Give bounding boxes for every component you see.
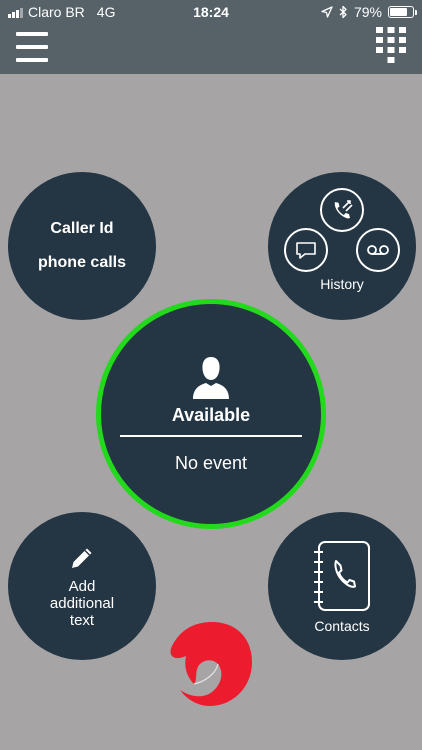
caller-id-subtitle: phone calls bbox=[37, 254, 127, 271]
brand-logo bbox=[170, 622, 252, 706]
status-left: Claro BR 4G bbox=[8, 4, 115, 20]
user-silhouette-icon bbox=[193, 356, 229, 399]
app-header: Claro BR 4G 18:24 79% bbox=[0, 0, 422, 74]
battery-percent: 79% bbox=[353, 4, 382, 20]
battery-fill bbox=[390, 8, 408, 16]
history-icons bbox=[284, 188, 400, 272]
location-arrow-icon bbox=[321, 6, 333, 18]
contacts-label: Contacts bbox=[314, 618, 370, 634]
dialpad-icon[interactable] bbox=[376, 27, 406, 65]
call-history-icon bbox=[320, 188, 364, 232]
carrier-name: Claro BR bbox=[28, 4, 85, 20]
add-text-button[interactable]: Add additional text bbox=[8, 512, 156, 660]
pencil-icon bbox=[72, 548, 92, 568]
presence-divider bbox=[120, 434, 302, 437]
status-right: 79% bbox=[321, 4, 417, 20]
network-type: 4G bbox=[96, 4, 116, 20]
signal-strength-icon bbox=[8, 7, 23, 18]
contacts-button[interactable]: Contacts bbox=[268, 512, 416, 660]
hamburger-menu-icon[interactable] bbox=[16, 32, 48, 62]
battery-icon bbox=[388, 6, 417, 18]
caller-id-title: Caller Id bbox=[50, 220, 114, 237]
bluetooth-icon bbox=[339, 5, 347, 19]
presence-status-button[interactable]: Available No event bbox=[96, 299, 326, 529]
add-text-label: Add additional text bbox=[49, 577, 115, 629]
status-bar: Claro BR 4G 18:24 79% bbox=[0, 0, 422, 24]
history-button[interactable]: History bbox=[268, 172, 416, 320]
history-label: History bbox=[320, 276, 364, 292]
presence-event: No event bbox=[174, 452, 248, 473]
presence-state: Available bbox=[171, 404, 251, 425]
address-book-phone-icon bbox=[314, 541, 370, 611]
chat-icon bbox=[284, 228, 328, 272]
voicemail-icon bbox=[356, 228, 400, 272]
caller-id-button[interactable]: Caller Id phone calls bbox=[8, 172, 156, 320]
